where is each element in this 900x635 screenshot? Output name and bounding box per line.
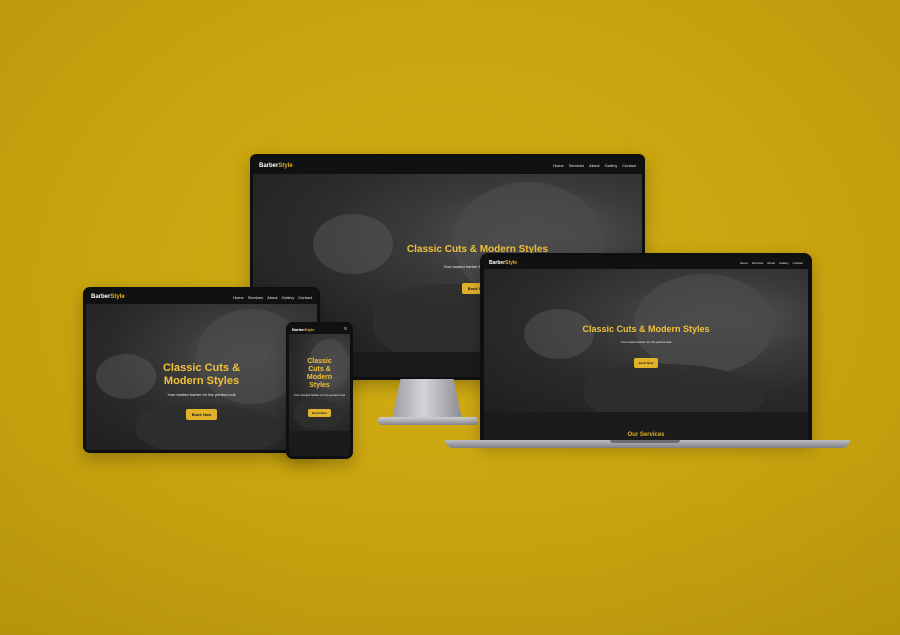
nav-menu: Home Services About Gallery Contact [233,295,312,300]
site-navbar: BarberStyle Home Services About Gallery … [86,290,317,304]
hero-content: Classic Cuts & Modern Styles Your truste… [484,324,808,369]
hero-subtitle: Your trusted barber for the perfect look [293,393,346,398]
nav-services[interactable]: Services [569,163,584,168]
services-heading: Our Services [627,432,665,438]
laptop-notch [610,440,680,443]
floor-shadow [0,445,900,635]
nav-gallery[interactable]: Gallery [779,261,789,265]
nav-about[interactable]: About [267,295,277,300]
book-now-button[interactable]: Book Now [633,358,659,369]
nav-contact[interactable]: Contact [298,295,312,300]
below-hero: Our Services [484,412,808,440]
below-hero [289,431,350,456]
hero-title: Classic Cuts & Modern Styles [306,358,333,390]
laptop-screen: BarberStyle Home Services About Gallery … [484,257,808,440]
brand-logo[interactable]: BarberStyle [292,327,314,332]
book-now-button[interactable]: Book Now [185,409,218,421]
hero-section: Classic Cuts & Modern Styles Your truste… [86,304,317,450]
nav-contact[interactable]: Contact [622,163,636,168]
brand-logo[interactable]: BarberStyle [259,163,293,169]
book-now-button[interactable]: Book Now [308,409,331,418]
monitor-stand-neck [392,379,462,419]
hamburger-menu-icon[interactable]: ≡ [344,327,347,332]
site-navbar: BarberStyle Home Services About Gallery … [484,257,808,269]
hero-subtitle: Your trusted barber for the perfect look [167,392,236,398]
nav-menu: Home Services About Gallery Contact [740,261,803,265]
nav-gallery[interactable]: Gallery [605,163,618,168]
nav-services[interactable]: Services [752,261,764,265]
monitor-stand-base [378,417,478,425]
brand-logo[interactable]: BarberStyle [91,294,125,300]
nav-home[interactable]: Home [233,295,244,300]
nav-about[interactable]: About [767,261,775,265]
nav-home[interactable]: Home [553,163,564,168]
hero-section: Classic Cuts & Modern Styles Your truste… [289,334,350,431]
hero-title: Classic Cuts & Modern Styles [162,362,241,387]
brand-logo[interactable]: BarberStyle [489,260,517,266]
tablet-screen: BarberStyle Home Services About Gallery … [86,290,317,450]
nav-gallery[interactable]: Gallery [282,295,295,300]
site-navbar: BarberStyle Home Services About Gallery … [253,157,642,174]
hero-title: Classic Cuts & Modern Styles [582,324,710,334]
site-navbar: BarberStyle ≡ [289,325,350,334]
nav-about[interactable]: About [589,163,599,168]
phone-screen: BarberStyle ≡ Classic Cuts & Modern Styl… [289,325,350,456]
nav-services[interactable]: Services [248,295,263,300]
nav-contact[interactable]: Contact [793,261,803,265]
hero-section: Classic Cuts & Modern Styles Your truste… [484,269,808,424]
hero-subtitle: Your trusted barber for the perfect look [620,340,672,345]
hero-content: Classic Cuts & Modern Styles Your truste… [289,358,350,419]
nav-home[interactable]: Home [740,261,748,265]
hero-content: Classic Cuts & Modern Styles Your truste… [86,362,317,421]
nav-menu: Home Services About Gallery Contact [553,163,636,168]
